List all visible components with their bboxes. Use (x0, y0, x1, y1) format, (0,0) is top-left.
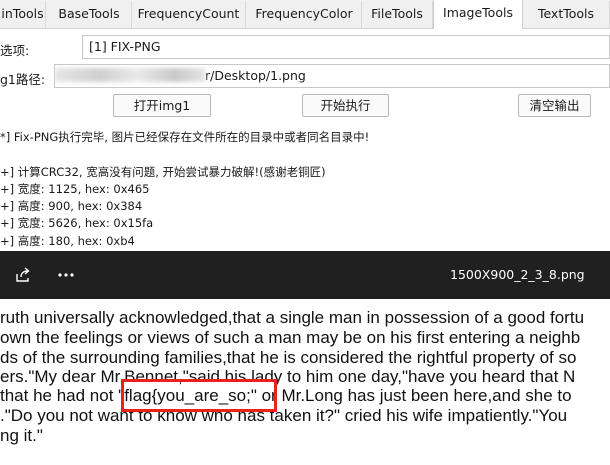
document-line: that he had not "flag{you_are_so;" or Mr… (0, 386, 572, 405)
img1-path-label: g1路径: (0, 72, 46, 87)
option-select[interactable]: [1] FIX-PNG (82, 35, 610, 59)
log-line: +] 高度: 900, hex: 0x384 (0, 199, 143, 214)
log-line: +] 高度: 180, hex: 0xb4 (0, 233, 135, 248)
image-tools-panel: 选项: [1] FIX-PNG g1路径: r/Desktop/1.png 打开… (0, 29, 610, 251)
option-label: 选项: (0, 43, 30, 58)
image-content: ruth universally acknowledged,that a sin… (0, 299, 610, 465)
log-line: +] 宽度: 1125, hex: 0x465 (0, 181, 150, 196)
log-line: +] 计算CRC32, 宽高没有问题, 开始尝试暴力破解!(感谢老铜匠) (0, 164, 326, 179)
flag-highlight-box (121, 379, 277, 412)
log-line: +] 宽度: 5626, hex: 0x15fa (0, 216, 154, 231)
document-line: ds of the surrounding families,that he i… (0, 348, 577, 367)
document-line: ."Do you not want to know who has taken … (0, 406, 568, 425)
tab-frequencycolor[interactable]: FrequencyColor (247, 1, 362, 28)
tab-texttools[interactable]: TextTools (523, 1, 610, 28)
more-options-icon[interactable] (56, 265, 76, 285)
tab-frequencycount[interactable]: FrequencyCount (132, 1, 246, 28)
start-button[interactable]: 开始执行 (302, 94, 389, 117)
share-icon[interactable] (13, 265, 33, 285)
document-line: ng it." (0, 426, 43, 445)
clear-output-button[interactable]: 清空输出 (518, 94, 591, 117)
open-img1-button[interactable]: 打开img1 (113, 94, 211, 117)
tab-intools[interactable]: inTools (0, 1, 46, 28)
image-filename: 1500X900_2_3_8.png (450, 267, 585, 282)
document-line: ruth universally acknowledged,that a sin… (0, 308, 585, 327)
log-line: *] Fix-PNG执行完毕, 图片已经保存在文件所在的目录中或者同名目录中! (0, 130, 370, 144)
tab-imagetools[interactable]: ImageTools (433, 0, 523, 29)
tool-tab-bar: inTools BaseTools FrequencyCount Frequen… (0, 0, 610, 29)
document-line: own the feelings or views of such a man … (0, 328, 581, 347)
img1-path-value: r/Desktop/1.png (205, 68, 306, 83)
document-line: ers."My dear Mr.Bennet,"said his lady to… (0, 367, 576, 386)
image-viewer-toolbar: 1500X900_2_3_8.png (0, 251, 610, 299)
tab-filetools[interactable]: FileTools (362, 1, 433, 28)
tab-basetools[interactable]: BaseTools (47, 1, 132, 28)
redacted-path-segment (55, 68, 205, 82)
output-log: *] Fix-PNG执行完毕, 图片已经保存在文件所在的目录中或者同名目录中! … (0, 129, 610, 250)
img1-path-input[interactable]: r/Desktop/1.png (54, 64, 610, 88)
